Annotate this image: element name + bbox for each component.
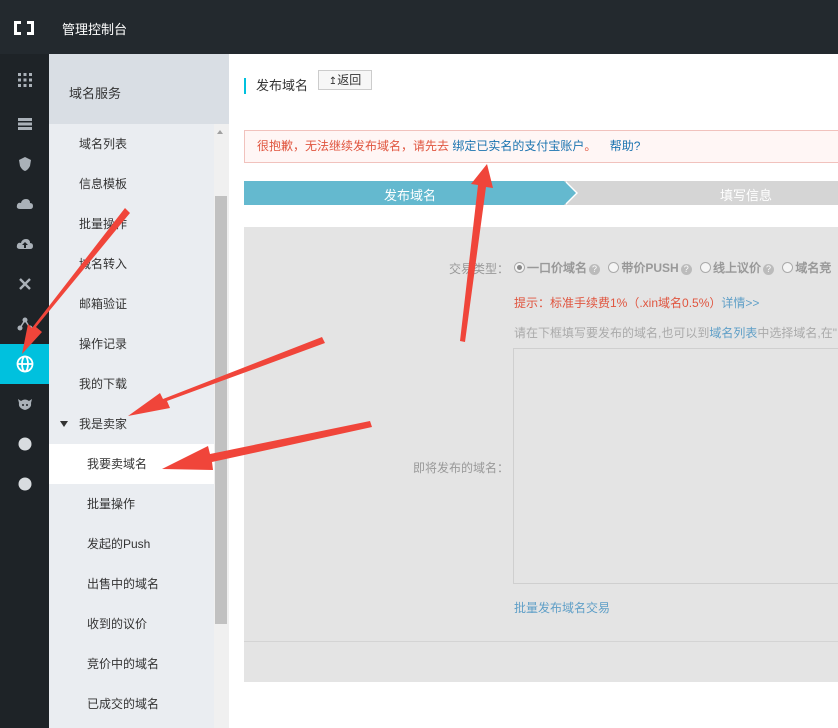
batch-publish-link[interactable]: 批量发布域名交易 — [514, 599, 610, 616]
radio-icon — [782, 262, 794, 273]
sidebar-item-seller-batch-ops[interactable]: 批量操作 — [49, 484, 214, 524]
option-fixed-price[interactable]: 一口价域名 — [514, 261, 587, 275]
bind-alipay-link[interactable]: 绑定已实名的支付宝账户 — [452, 139, 584, 153]
cloud-upload-icon[interactable] — [0, 224, 49, 264]
input-hint: 请在下框填写要发布的域名,也可以到域名列表中选择域名,在" — [514, 326, 837, 340]
aliyun-logo-icon[interactable] — [12, 20, 36, 36]
apps-grid-icon[interactable] — [0, 60, 49, 100]
help-icon[interactable]: ? — [589, 264, 601, 275]
alert-suffix: 。 — [584, 139, 597, 153]
shield-icon[interactable] — [0, 144, 49, 184]
sidebar-item-sell-domain[interactable]: 我要卖域名 — [49, 444, 214, 484]
main-content: 发布域名 ↥返回 很抱歉，无法继续发布域名，请先去 绑定已实名的支付宝账户。 帮… — [229, 54, 838, 728]
cow-icon[interactable] — [0, 384, 49, 424]
help-icon[interactable]: ? — [680, 264, 692, 275]
help-link[interactable]: 帮助? — [610, 139, 641, 153]
step-publish-domain: 发布域名 — [384, 188, 437, 203]
top-bar: 管理控制台 — [0, 0, 838, 54]
sidebar-title: 域名服务 — [49, 54, 229, 124]
radio-icon — [700, 262, 712, 273]
fee-details-link[interactable]: 详情>> — [721, 296, 759, 310]
alert-text: 很抱歉，无法继续发布域名，请先去 — [257, 139, 450, 153]
circle-icon[interactable] — [0, 424, 49, 464]
page-title: 发布域名 — [244, 78, 308, 94]
form-divider — [244, 641, 838, 642]
trade-type-label: 交易类型： — [449, 262, 510, 276]
icon-rail — [0, 54, 49, 728]
domain-list-link[interactable]: 域名列表 — [709, 326, 757, 340]
sidebar-item-my-downloads[interactable]: 我的下载 — [49, 364, 214, 404]
sidebar-item-initiated-push[interactable]: 发起的Push — [49, 524, 214, 564]
trade-type-options: 一口价域名? 带价PUSH? 线上议价? 域名竞 — [514, 259, 831, 276]
sidebar: 域名服务 域名列表 信息模板 批量操作 域名转入 邮箱验证 操作记录 我的下载 … — [49, 54, 278, 728]
back-arrow-icon: ↥ — [328, 76, 338, 87]
sidebar-item-operation-log[interactable]: 操作记录 — [49, 324, 214, 364]
publish-form: 交易类型： 一口价域名? 带价PUSH? 线上议价? 域名竞 提示：标准手续费1… — [244, 227, 838, 682]
sidebar-item-domain-list[interactable]: 域名列表 — [49, 124, 214, 164]
sidebar-item-auction-domains[interactable]: 竞价中的域名 — [49, 644, 214, 684]
option-domain-auction[interactable]: 域名竞 — [782, 261, 831, 275]
sidebar-group-label: 我是卖家 — [79, 417, 128, 431]
fee-hint: 提示：标准手续费1%（.xin域名0.5%）详情>> — [514, 296, 760, 310]
step-fill-info: 填写信息 — [720, 188, 773, 203]
sidebar-group-seller[interactable]: 我是卖家 — [49, 404, 214, 444]
sidebar-item-domain-transfer[interactable]: 域名转入 — [49, 244, 214, 284]
sidebar-item-info-template[interactable]: 信息模板 — [49, 164, 214, 204]
domains-label: 即将发布的域名： — [413, 461, 510, 475]
sidebar-item-batch-ops[interactable]: 批量操作 — [49, 204, 214, 244]
server-list-icon[interactable] — [0, 104, 49, 144]
globe-icon[interactable] — [0, 344, 49, 384]
nodes-icon[interactable] — [0, 304, 49, 344]
console-title[interactable]: 管理控制台 — [62, 19, 127, 38]
radio-icon — [608, 262, 620, 273]
cross-icon[interactable] — [0, 264, 49, 304]
sidebar-item-received-offers[interactable]: 收到的议价 — [49, 604, 214, 644]
back-button[interactable]: ↥返回 — [318, 70, 372, 90]
cloud-icon[interactable] — [0, 184, 49, 224]
scroll-up-arrow-icon[interactable] — [217, 130, 223, 134]
help-icon[interactable]: ? — [763, 264, 775, 275]
circle-icon[interactable] — [0, 464, 49, 504]
sidebar-item-domains-on-sale[interactable]: 出售中的域名 — [49, 564, 214, 604]
option-priced-push[interactable]: 带价PUSH — [608, 261, 679, 275]
caret-down-icon — [60, 421, 68, 427]
progress-steps: 发布域名 填写信息 — [244, 181, 838, 205]
domains-textarea[interactable] — [513, 348, 838, 584]
sidebar-item-email-verify[interactable]: 邮箱验证 — [49, 284, 214, 324]
step-active-arrow — [564, 181, 576, 205]
option-online-negotiation[interactable]: 线上议价 — [700, 261, 761, 275]
sidebar-item-sold-domains[interactable]: 已成交的域名 — [49, 684, 214, 724]
radio-checked-icon — [514, 262, 525, 273]
sidebar-scroll-thumb[interactable] — [215, 196, 227, 624]
alert-banner: 很抱歉，无法继续发布域名，请先去 绑定已实名的支付宝账户。 帮助? — [244, 130, 838, 163]
